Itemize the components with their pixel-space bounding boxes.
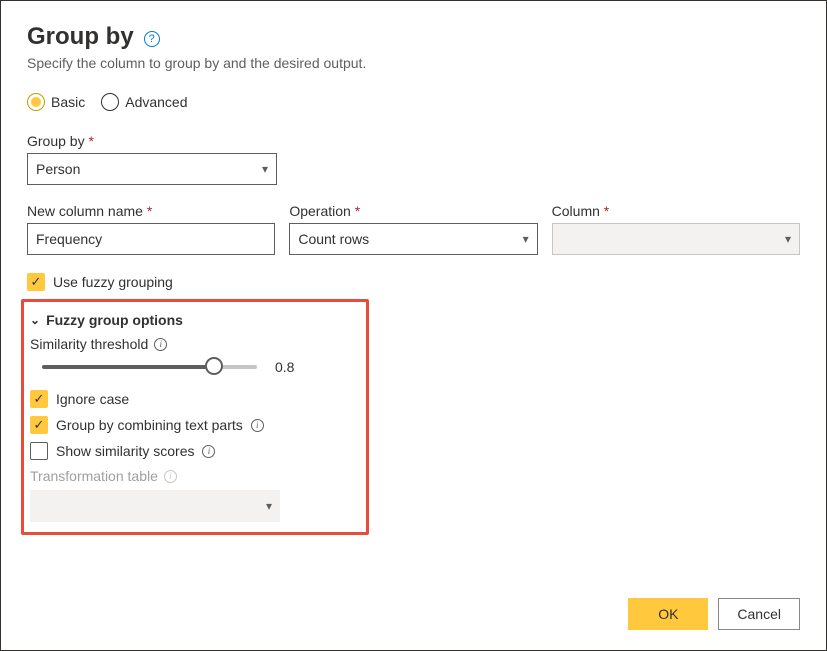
mode-advanced-option[interactable]: Advanced xyxy=(101,93,187,111)
operation-value: Count rows xyxy=(298,231,369,247)
operation-field: Operation * Count rows ▾ xyxy=(289,203,537,255)
group-by-field: Group by * Person ▾ xyxy=(27,133,800,185)
similarity-label-row: Similarity threshold i xyxy=(30,336,356,352)
new-column-label: New column name * xyxy=(27,203,275,219)
fuzzy-options-highlight: ⌄ Fuzzy group options Similarity thresho… xyxy=(21,299,369,535)
chevron-down-icon: ▾ xyxy=(785,232,791,246)
group-by-select[interactable]: Person ▾ xyxy=(27,153,277,185)
similarity-value: 0.8 xyxy=(275,359,305,375)
transform-table-label: Transformation table xyxy=(30,468,158,484)
chevron-down-icon: ▾ xyxy=(262,162,268,176)
combine-parts-checkbox[interactable]: ✓ Group by combining text parts i xyxy=(30,416,356,434)
mode-basic-label: Basic xyxy=(51,94,85,110)
fuzzy-section-header[interactable]: ⌄ Fuzzy group options xyxy=(30,312,356,328)
group-by-label: Group by * xyxy=(27,133,800,149)
dialog-footer: OK Cancel xyxy=(628,598,800,630)
new-column-field: New column name * Frequency xyxy=(27,203,275,255)
mode-advanced-label: Advanced xyxy=(125,94,187,110)
group-by-value: Person xyxy=(36,161,80,177)
info-icon[interactable]: i xyxy=(202,445,215,458)
radio-icon xyxy=(101,93,119,111)
similarity-slider-row: 0.8 xyxy=(30,358,356,376)
radio-icon xyxy=(27,93,45,111)
slider-thumb[interactable] xyxy=(205,357,223,375)
chevron-down-icon: ▾ xyxy=(523,232,529,246)
show-scores-label: Show similarity scores xyxy=(56,443,194,459)
checkbox-icon: ✓ xyxy=(30,390,48,408)
info-icon: i xyxy=(164,470,177,483)
operation-select[interactable]: Count rows ▾ xyxy=(289,223,537,255)
use-fuzzy-checkbox-row[interactable]: ✓ Use fuzzy grouping xyxy=(27,273,800,291)
transform-table-select: ▾ xyxy=(30,490,280,522)
show-scores-checkbox[interactable]: Show similarity scores i xyxy=(30,442,356,460)
combine-parts-label: Group by combining text parts xyxy=(56,417,243,433)
group-by-dialog: Group by ? Specify the column to group b… xyxy=(0,0,827,651)
ignore-case-label: Ignore case xyxy=(56,391,129,407)
transform-table-label-row: Transformation table i xyxy=(30,468,356,484)
similarity-slider[interactable] xyxy=(42,358,257,376)
chevron-down-icon: ⌄ xyxy=(30,313,40,327)
ignore-case-checkbox[interactable]: ✓ Ignore case xyxy=(30,390,356,408)
checkbox-icon: ✓ xyxy=(27,273,45,291)
dialog-subtitle: Specify the column to group by and the d… xyxy=(27,55,800,71)
use-fuzzy-label: Use fuzzy grouping xyxy=(53,274,173,290)
mode-radio-group: Basic Advanced xyxy=(27,93,800,111)
help-icon[interactable]: ? xyxy=(144,31,160,47)
aggregation-row: New column name * Frequency Operation * … xyxy=(27,203,800,255)
cancel-button[interactable]: Cancel xyxy=(718,598,800,630)
new-column-input[interactable]: Frequency xyxy=(27,223,275,255)
similarity-threshold-label: Similarity threshold xyxy=(30,336,148,352)
info-icon[interactable]: i xyxy=(251,419,264,432)
info-icon[interactable]: i xyxy=(154,338,167,351)
mode-basic-option[interactable]: Basic xyxy=(27,93,85,111)
dialog-title: Group by xyxy=(27,23,134,51)
column-label: Column * xyxy=(552,203,800,219)
column-field: Column * ▾ xyxy=(552,203,800,255)
title-row: Group by ? xyxy=(27,23,800,51)
checkbox-icon: ✓ xyxy=(30,416,48,434)
slider-fill xyxy=(42,365,214,369)
ok-button[interactable]: OK xyxy=(628,598,708,630)
required-marker: * xyxy=(88,133,93,149)
operation-label: Operation * xyxy=(289,203,537,219)
checkbox-icon xyxy=(30,442,48,460)
fuzzy-section-title: Fuzzy group options xyxy=(46,312,183,328)
chevron-down-icon: ▾ xyxy=(266,499,272,513)
column-select: ▾ xyxy=(552,223,800,255)
